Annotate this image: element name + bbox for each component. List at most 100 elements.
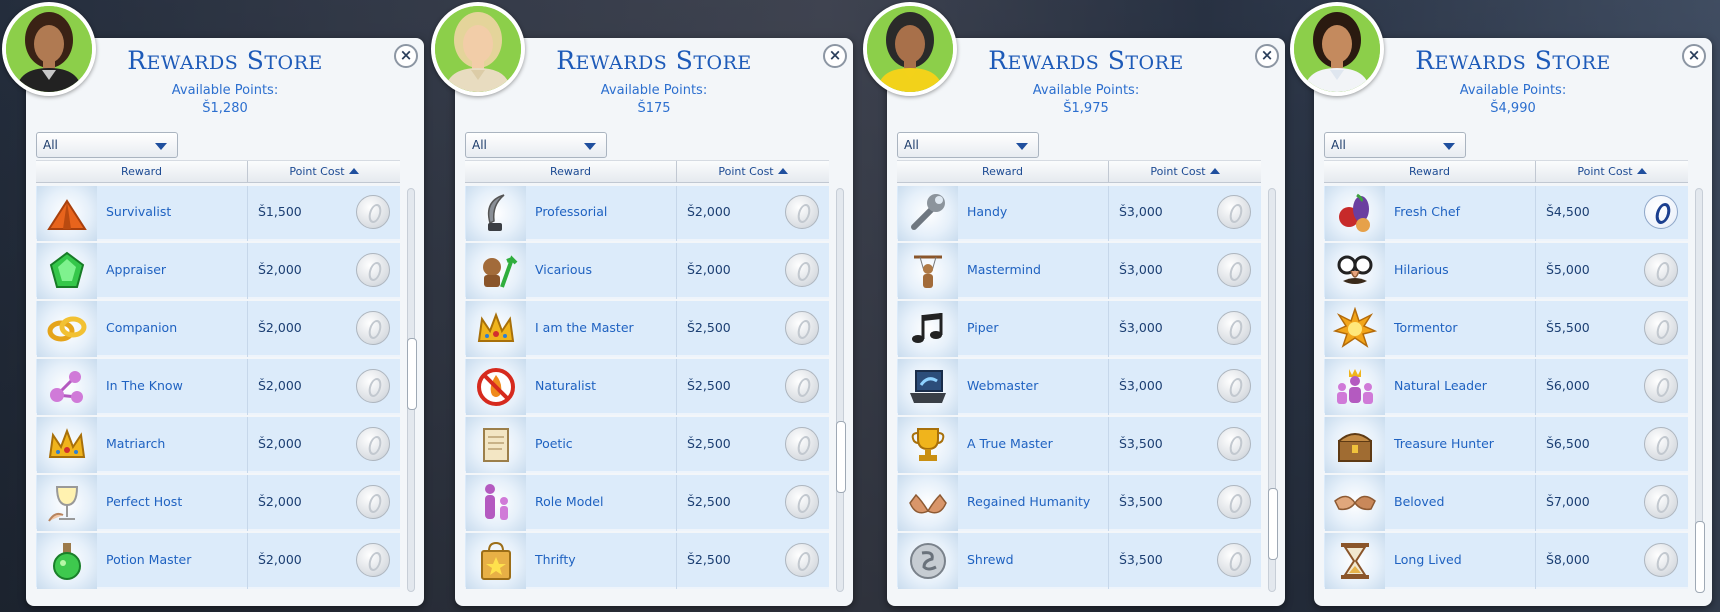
- reward-row[interactable]: Appraiser Š2,000: [36, 243, 400, 299]
- purchase-button[interactable]: [356, 485, 390, 519]
- column-divider: [247, 301, 248, 357]
- reward-row[interactable]: Mastermind Š3,000: [897, 243, 1261, 299]
- purchase-button[interactable]: [1217, 253, 1251, 287]
- reward-row[interactable]: Naturalist Š2,500: [465, 359, 829, 415]
- category-filter-dropdown[interactable]: All: [465, 132, 607, 158]
- column-divider: [1108, 301, 1109, 357]
- reward-row[interactable]: Survivalist Š1,500: [36, 186, 400, 241]
- purchase-button[interactable]: [785, 369, 819, 403]
- available-points-label: Available Points:: [171, 83, 279, 98]
- reward-point-cost: Š2,500: [687, 320, 731, 335]
- column-header-point-cost[interactable]: Point Cost: [677, 161, 829, 182]
- column-header-point-cost[interactable]: Point Cost: [1536, 161, 1688, 182]
- column-header-reward[interactable]: Reward: [1324, 161, 1536, 182]
- purchase-button[interactable]: [1217, 427, 1251, 461]
- reward-row[interactable]: Poetic Š2,500: [465, 417, 829, 473]
- reward-row[interactable]: Webmaster Š3,000: [897, 359, 1261, 415]
- reward-row[interactable]: Treasure Hunter Š6,500: [1324, 417, 1688, 473]
- purchase-button[interactable]: [785, 195, 819, 229]
- purchase-button[interactable]: [1217, 543, 1251, 577]
- purchase-button[interactable]: [356, 311, 390, 345]
- purchase-button[interactable]: [785, 485, 819, 519]
- purchase-button[interactable]: [1217, 369, 1251, 403]
- reward-row[interactable]: Piper Š3,000: [897, 301, 1261, 357]
- purchase-button[interactable]: [1644, 195, 1678, 229]
- reward-row[interactable]: Professorial Š2,000: [465, 186, 829, 241]
- purchase-button[interactable]: [785, 543, 819, 577]
- purchase-button[interactable]: [1644, 253, 1678, 287]
- column-header-reward-label: Reward: [1409, 165, 1450, 178]
- burst-icon: [1325, 301, 1385, 357]
- column-header-point-cost[interactable]: Point Cost: [1109, 161, 1261, 182]
- column-divider: [1108, 475, 1109, 531]
- reward-point-cost: Š3,000: [1119, 378, 1163, 393]
- reward-point-cost: Š6,000: [1546, 378, 1590, 393]
- reward-row[interactable]: Long Lived Š8,000: [1324, 533, 1688, 589]
- reward-row[interactable]: Beloved Š7,000: [1324, 475, 1688, 531]
- category-filter-dropdown[interactable]: All: [897, 132, 1039, 158]
- reward-name: Companion: [106, 320, 178, 335]
- reward-row[interactable]: I am the Master Š2,500: [465, 301, 829, 357]
- list-scrollbar[interactable]: [836, 188, 846, 592]
- purchase-button[interactable]: [1217, 195, 1251, 229]
- sort-ascending-icon: [777, 168, 788, 174]
- leader-group-icon: [1325, 359, 1385, 415]
- scrollbar-thumb[interactable]: [836, 421, 846, 493]
- reward-point-cost: Š2,500: [687, 494, 731, 509]
- reward-row[interactable]: Handy Š3,000: [897, 186, 1261, 241]
- reward-row[interactable]: Vicarious Š2,000: [465, 243, 829, 299]
- category-filter-dropdown[interactable]: All: [36, 132, 178, 158]
- purchase-button[interactable]: [356, 253, 390, 287]
- purchase-button[interactable]: [356, 543, 390, 577]
- reward-row[interactable]: Matriarch Š2,000: [36, 417, 400, 473]
- reward-row[interactable]: A True Master Š3,500: [897, 417, 1261, 473]
- purchase-button[interactable]: [1217, 485, 1251, 519]
- purchase-button[interactable]: [785, 253, 819, 287]
- purchase-button[interactable]: [785, 311, 819, 345]
- reward-row[interactable]: Role Model Š2,500: [465, 475, 829, 531]
- list-scrollbar[interactable]: [407, 188, 417, 592]
- reward-row[interactable]: In The Know Š2,000: [36, 359, 400, 415]
- reward-row[interactable]: Fresh Chef Š4,500: [1324, 186, 1688, 241]
- reward-row[interactable]: Potion Master Š2,000: [36, 533, 400, 589]
- reward-row[interactable]: Companion Š2,000: [36, 301, 400, 357]
- purchase-button[interactable]: [356, 427, 390, 461]
- purchase-button[interactable]: [1217, 311, 1251, 345]
- column-divider: [676, 243, 677, 299]
- purchase-button[interactable]: [356, 195, 390, 229]
- reward-name: In The Know: [106, 378, 183, 393]
- scrollbar-thumb[interactable]: [1268, 488, 1278, 560]
- purchase-button[interactable]: [1644, 369, 1678, 403]
- column-divider: [1108, 243, 1109, 299]
- column-header-reward[interactable]: Reward: [897, 161, 1109, 182]
- reward-row[interactable]: Natural Leader Š6,000: [1324, 359, 1688, 415]
- purchase-button[interactable]: [1644, 485, 1678, 519]
- purchase-button[interactable]: [356, 369, 390, 403]
- purchase-button[interactable]: [1644, 311, 1678, 345]
- reward-row[interactable]: Thrifty Š2,500: [465, 533, 829, 589]
- list-scrollbar[interactable]: [1268, 188, 1278, 592]
- reward-name: I am the Master: [535, 320, 634, 335]
- vegetables-icon: [1325, 186, 1385, 241]
- list-scrollbar[interactable]: [1695, 188, 1705, 593]
- reward-name: Treasure Hunter: [1394, 436, 1494, 451]
- purchase-button[interactable]: [1644, 543, 1678, 577]
- reward-name: Appraiser: [106, 262, 167, 277]
- purchase-button[interactable]: [1644, 427, 1678, 461]
- column-header-reward[interactable]: Reward: [465, 161, 677, 182]
- table-header: Reward Point Cost: [465, 160, 829, 183]
- reward-row[interactable]: Perfect Host Š2,000: [36, 475, 400, 531]
- purchase-button[interactable]: [785, 427, 819, 461]
- reward-row[interactable]: Shrewd Š3,500: [897, 533, 1261, 589]
- reward-row[interactable]: Tormentor Š5,500: [1324, 301, 1688, 357]
- scrollbar-thumb[interactable]: [1695, 521, 1705, 593]
- column-header-reward[interactable]: Reward: [36, 161, 248, 182]
- reward-point-cost: Š5,000: [1546, 262, 1590, 277]
- reward-row[interactable]: Regained Humanity Š3,500: [897, 475, 1261, 531]
- reward-row[interactable]: Hilarious Š5,000: [1324, 243, 1688, 299]
- reward-point-cost: Š3,000: [1119, 262, 1163, 277]
- column-header-point-cost[interactable]: Point Cost: [248, 161, 400, 182]
- scrollbar-thumb[interactable]: [407, 338, 417, 410]
- category-filter-dropdown[interactable]: All: [1324, 132, 1466, 158]
- gold-rings-icon: [37, 301, 97, 357]
